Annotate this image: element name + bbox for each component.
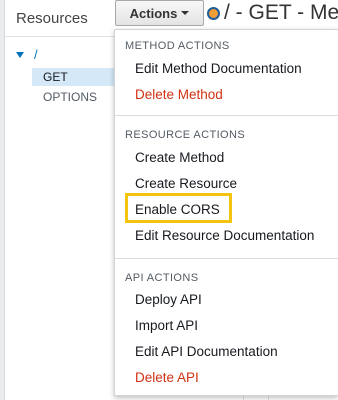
- menu-separator: [115, 115, 338, 116]
- tree-method-options-label: OPTIONS: [43, 90, 98, 104]
- actions-button-label: Actions: [129, 5, 178, 21]
- menu-item-import-api[interactable]: Import API: [135, 318, 198, 333]
- menu-item-edit-api-documentation[interactable]: Edit API Documentation: [135, 344, 278, 359]
- menu-item-edit-resource-documentation[interactable]: Edit Resource Documentation: [135, 228, 314, 243]
- tree-root-resource[interactable]: /: [16, 47, 38, 62]
- resources-title: Resources: [16, 9, 88, 27]
- expand-caret-icon[interactable]: [16, 51, 24, 58]
- chevron-down-icon: [181, 11, 190, 15]
- menu-item-delete-api[interactable]: Delete API: [135, 370, 199, 385]
- section-title-api-actions: API ACTIONS: [125, 272, 199, 284]
- menu-item-create-resource[interactable]: Create Resource: [135, 176, 237, 191]
- menu-item-deploy-api[interactable]: Deploy API: [135, 292, 202, 307]
- page-title: / - GET - Me: [224, 1, 338, 24]
- menu-item-enable-cors[interactable]: Enable CORS: [135, 202, 220, 217]
- tree-method-get-label: GET: [43, 70, 68, 84]
- resources-divider: [5, 36, 115, 37]
- left-edge-bar: [0, 0, 5, 400]
- method-status-icon: [207, 7, 220, 20]
- menu-item-delete-method[interactable]: Delete Method: [135, 87, 223, 102]
- tree-method-options[interactable]: OPTIONS: [43, 90, 97, 104]
- menu-item-edit-method-documentation[interactable]: Edit Method Documentation: [135, 61, 302, 76]
- menu-item-create-method[interactable]: Create Method: [135, 150, 224, 165]
- section-title-resource-actions: RESOURCE ACTIONS: [125, 129, 246, 141]
- section-title-method-actions: METHOD ACTIONS: [125, 40, 230, 52]
- resources-header: Resources: [5, 0, 115, 36]
- tree-root-label: /: [34, 47, 38, 62]
- actions-button[interactable]: Actions: [115, 0, 204, 26]
- actions-dropdown-menu: METHOD ACTIONS Edit Method Documentation…: [114, 29, 338, 396]
- tree-method-get[interactable]: GET: [32, 68, 124, 86]
- menu-separator: [115, 258, 338, 259]
